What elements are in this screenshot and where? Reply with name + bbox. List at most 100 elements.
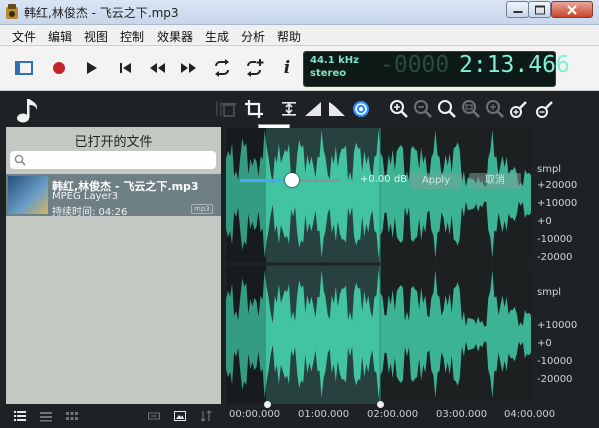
ruler-tick: 03:00.000 (436, 409, 488, 420)
playback-time: 2:13.466 (459, 52, 570, 78)
crop-icon[interactable] (243, 98, 265, 120)
scale-unit-bottom: smpl (537, 287, 562, 298)
fade-in-icon[interactable] (302, 98, 324, 120)
maximize-icon (534, 5, 545, 14)
record-icon (53, 62, 65, 74)
view-toggle-icon (15, 61, 33, 75)
menu-generate[interactable]: 生成 (205, 28, 229, 45)
ruler-tick: 02:00.000 (367, 409, 419, 420)
menu-effects[interactable]: 效果器 (157, 28, 193, 45)
gain-slider-knob[interactable] (285, 173, 299, 187)
info-button[interactable]: i (276, 57, 298, 79)
loop-add-icon (247, 59, 264, 77)
ruler-tick: 00:00.000 (229, 409, 281, 420)
vertical-fit-icon[interactable] (278, 98, 300, 120)
open-files-panel: 已打开的文件 韩红,林俊杰 - 飞云之下.mp3 MPEG Layer3 持续时… (6, 127, 221, 404)
file-duration: 持续时间: 04:26 (52, 207, 128, 218)
maximize-button[interactable] (528, 1, 551, 18)
menu-edit[interactable]: 编辑 (48, 28, 72, 45)
close-icon (567, 4, 577, 15)
sort-icon[interactable] (200, 410, 212, 422)
info-icon: i (283, 58, 291, 78)
play-icon (87, 62, 97, 74)
music-note-icon (17, 99, 38, 123)
close-button[interactable] (551, 1, 593, 18)
zoom-selection-icon[interactable] (460, 98, 482, 120)
list-view-icon[interactable] (14, 410, 26, 422)
search-icon (14, 154, 26, 166)
menu-control[interactable]: 控制 (120, 28, 144, 45)
minimize-button[interactable] (506, 1, 529, 18)
zoom-in-icon[interactable] (388, 98, 410, 120)
amplitude-scale: smpl +20000 +10000 +0 -10000 -20000 smpl… (531, 128, 599, 404)
window-title: 韩红,林俊杰 - 飞云之下.mp3 (24, 6, 179, 20)
skip-start-button[interactable] (114, 57, 136, 79)
channel-mode-readout: stereo (310, 68, 347, 79)
sidebar-footer (0, 404, 221, 428)
normalize-icon[interactable] (350, 98, 372, 120)
gain-value: +0.00 dB (360, 174, 408, 185)
play-button[interactable] (80, 57, 102, 79)
selection-start-marker[interactable] (264, 401, 271, 408)
fast-forward-icon (181, 63, 196, 73)
scale-label: -20000 (537, 374, 573, 385)
menu-help[interactable]: 帮助 (277, 28, 301, 45)
vertical-zoom-in-icon[interactable] (508, 98, 530, 120)
fast-forward-button[interactable] (178, 57, 200, 79)
rewind-button[interactable] (146, 57, 168, 79)
time-display: 44.1 kHz stereo -0000 2:13.466 (303, 51, 570, 87)
waveform-mode-icon[interactable] (148, 410, 160, 422)
menu-analyze[interactable]: 分析 (241, 28, 265, 45)
view-toggle-button[interactable] (13, 57, 35, 79)
title-bar: 韩红,林俊杰 - 飞云之下.mp3 (0, 0, 599, 25)
time-ghost-digits: -0000 (380, 52, 450, 78)
scale-label: +10000 (537, 198, 578, 209)
scale-label: +10000 (537, 320, 578, 331)
time-ruler[interactable]: 00:00.000 01:00.000 02:00.000 03:00.000 … (226, 401, 555, 428)
ruler-tick: 01:00.000 (298, 409, 350, 420)
skip-start-icon (120, 63, 131, 73)
trash-icon[interactable] (218, 98, 240, 120)
app-window: 韩红,林俊杰 - 飞云之下.mp3 文件 编辑 视图 控制 效果器 生成 分析 … (0, 0, 599, 428)
file-format: MPEG Layer3 (52, 191, 119, 202)
file-search-input[interactable] (10, 151, 216, 169)
scale-label: +20000 (537, 180, 578, 191)
loop-add-button[interactable] (243, 57, 265, 79)
ruler-tick: 04:00.000 (504, 409, 556, 420)
scale-label: -10000 (537, 234, 573, 245)
transport-toolbar: i 44.1 kHz stereo -0000 2:13.466 (0, 46, 599, 91)
menu-file[interactable]: 文件 (12, 28, 36, 45)
grid-view-icon[interactable] (66, 410, 78, 422)
image-mode-icon[interactable] (174, 410, 186, 422)
scale-unit-top: smpl (537, 164, 562, 175)
selection-end-marker[interactable] (377, 401, 384, 408)
zoom-out-icon[interactable] (412, 98, 434, 120)
fade-out-icon[interactable] (326, 98, 348, 120)
menu-bar: 文件 编辑 视图 控制 效果器 生成 分析 帮助 (0, 25, 599, 46)
selection-region[interactable] (266, 128, 380, 404)
unselected-region-left (226, 128, 266, 404)
loop-icon (215, 59, 229, 77)
record-button[interactable] (48, 57, 70, 79)
file-type-badge: mp3 (191, 204, 213, 214)
scale-label: +0 (537, 216, 552, 227)
album-thumbnail (8, 176, 48, 214)
scale-label: -20000 (537, 252, 573, 263)
vertical-zoom-out-icon[interactable] (534, 98, 556, 120)
waveform-view[interactable] (226, 128, 531, 404)
editor-area: 裁剪 已打开的文件 韩红,林俊杰 - 飞云之下.mp3 MPEG Layer3 … (0, 91, 599, 428)
gain-slider[interactable] (240, 173, 340, 187)
apply-button[interactable]: Apply (410, 173, 462, 189)
open-file-item[interactable]: 韩红,林俊杰 - 飞云之下.mp3 MPEG Layer3 持续时间: 04:2… (6, 174, 221, 218)
compact-view-icon[interactable] (40, 410, 52, 422)
app-icon (6, 4, 18, 19)
menu-view[interactable]: 视图 (84, 28, 108, 45)
minimize-icon (513, 10, 522, 13)
loop-button[interactable] (211, 57, 233, 79)
zoom-full-icon[interactable] (484, 98, 506, 120)
zoom-fit-icon[interactable] (436, 98, 458, 120)
cancel-button[interactable]: 取消 (469, 173, 521, 189)
open-files-title: 已打开的文件 (74, 135, 153, 150)
sidebar-header (0, 91, 221, 127)
sample-rate-readout: 44.1 kHz (310, 55, 359, 66)
